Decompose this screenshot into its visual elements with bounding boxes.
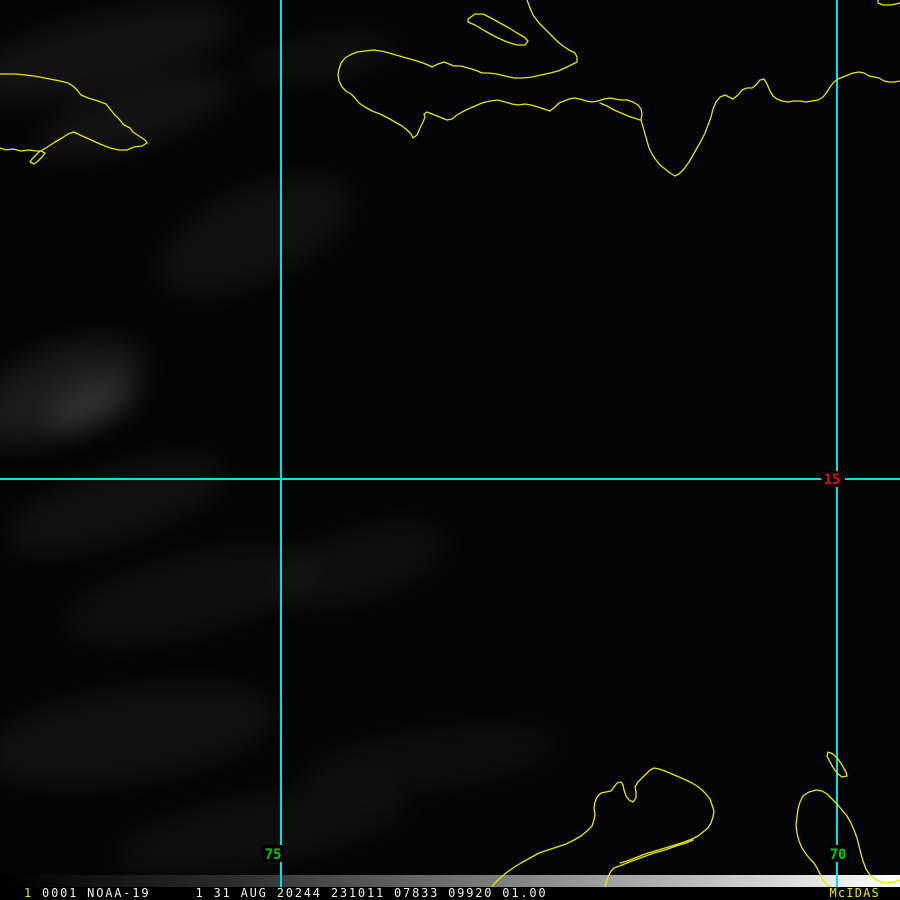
longitude-label-70: 70 [830,847,847,863]
map-overlay: 15 75 70 [0,0,900,887]
latitude-gridline-15-right [845,478,900,480]
coastline-jamaica [0,73,148,165]
coastline-tortuga-island [467,13,529,46]
status-bar: 1 0001 NOAA-19 1 31 AUG 20244 231011 078… [0,887,900,900]
mcidas-brand-label: McIDAS [829,886,880,900]
coastline-tiburon-peninsula [490,767,715,887]
longitude-gridline-70 [836,0,838,887]
latitude-label-15: 15 [824,472,841,488]
coastline-tiburon-spit [603,839,694,887]
coastline-top-right-corner [877,0,900,6]
coastline-hispaniola-north [337,0,900,177]
coastline-gonave-bay [599,102,641,121]
longitude-label-75: 75 [265,847,282,863]
latitude-gridline-15-left [0,478,821,480]
coastline-barahona-inner [795,795,832,887]
longitude-gridline-75 [280,0,282,887]
frame-number: 1 [24,886,34,900]
image-info-text: 0001 NOAA-19 1 31 AUG 20244 231011 07833… [33,886,548,900]
mcidas-window: 15 75 70 1 0001 NOAA-19 1 31 AUG 20244 2… [0,0,900,900]
